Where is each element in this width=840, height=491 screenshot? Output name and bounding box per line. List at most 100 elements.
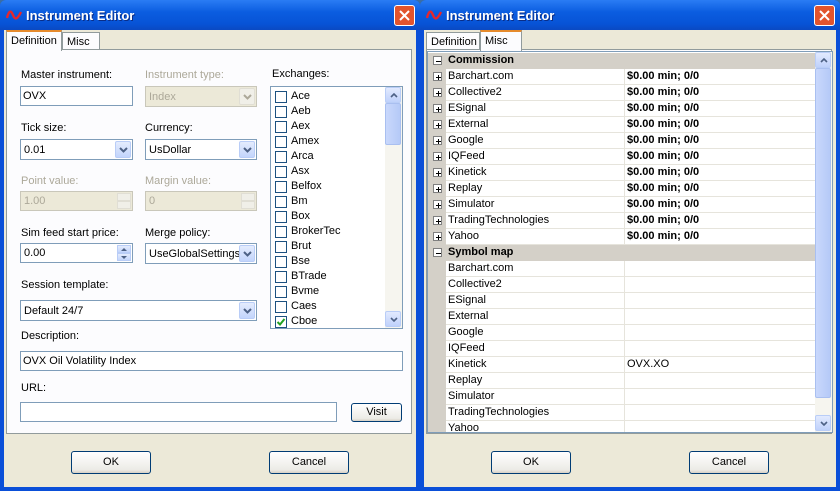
expand-icon[interactable] (433, 168, 442, 177)
checkbox-icon[interactable] (275, 196, 287, 208)
property-row[interactable]: Google (428, 325, 817, 341)
property-value[interactable]: $0.00 min; 0/0 (627, 150, 699, 162)
checkbox-icon[interactable] (275, 166, 287, 178)
property-row[interactable]: Google $0.00 min; 0/0 (428, 133, 817, 149)
exchanges-list[interactable]: Ace Aeb Aex Amex Arca Asx Belfox Bm Box BrokerTec… (270, 86, 403, 329)
property-row[interactable]: IQFeed (428, 341, 817, 357)
chevron-down-icon[interactable] (239, 245, 255, 262)
merge-policy-select[interactable]: UseGlobalSettings (145, 243, 257, 264)
exchanges-scrollbar[interactable] (385, 87, 402, 328)
description-field[interactable]: OVX Oil Volatility Index (20, 351, 403, 371)
property-row[interactable]: Simulator $0.00 min; 0/0 (428, 197, 817, 213)
ok-button[interactable]: OK (491, 451, 571, 474)
property-row[interactable]: Collective2 $0.00 min; 0/0 (428, 85, 817, 101)
checkbox-icon[interactable] (275, 241, 287, 253)
exchange-item[interactable]: BrokerTec (273, 224, 383, 239)
property-value[interactable]: OVX.XO (627, 358, 669, 370)
ok-button[interactable]: OK (71, 451, 151, 474)
exchange-item[interactable]: Aex (273, 119, 383, 134)
exchange-item[interactable]: Amex (273, 134, 383, 149)
chevron-down-icon[interactable] (239, 302, 255, 319)
expand-icon[interactable] (433, 72, 442, 81)
scroll-down-icon[interactable] (385, 311, 401, 327)
property-row[interactable]: Simulator (428, 389, 817, 405)
exchange-item[interactable]: Box (273, 209, 383, 224)
cancel-button[interactable]: Cancel (269, 451, 349, 474)
tab-definition[interactable]: Definition (6, 30, 62, 51)
exchange-item[interactable]: Belfox (273, 179, 383, 194)
close-button[interactable] (394, 5, 415, 26)
checkbox-icon[interactable] (275, 151, 287, 163)
property-row[interactable]: Kinetick OVX.XO (428, 357, 817, 373)
exchange-item[interactable]: Brut (273, 239, 383, 254)
tick-size-select[interactable]: 0.01 (20, 139, 133, 160)
checkbox-icon[interactable] (275, 106, 287, 118)
expand-icon[interactable] (433, 88, 442, 97)
property-row[interactable]: Replay $0.00 min; 0/0 (428, 181, 817, 197)
exchange-item[interactable]: Bvme (273, 284, 383, 299)
exchange-item[interactable]: BTrade (273, 269, 383, 284)
master-instrument-field[interactable]: OVX (20, 86, 133, 106)
expand-icon[interactable] (433, 216, 442, 225)
expand-icon[interactable] (433, 184, 442, 193)
expand-icon[interactable] (433, 104, 442, 113)
chevron-down-icon[interactable] (115, 141, 131, 158)
sim-feed-start-price-field[interactable]: 0.00 (20, 243, 133, 263)
exchange-item[interactable]: Arca (273, 149, 383, 164)
expand-icon[interactable] (433, 200, 442, 209)
checkbox-icon[interactable] (275, 286, 287, 298)
spinner-icon[interactable] (117, 245, 131, 261)
exchange-item[interactable]: Caes (273, 299, 383, 314)
property-value[interactable]: $0.00 min; 0/0 (627, 86, 699, 98)
session-template-select[interactable]: Default 24/7 (20, 300, 257, 321)
chevron-down-icon[interactable] (239, 141, 255, 158)
scroll-down-icon[interactable] (815, 415, 831, 431)
property-row[interactable]: Yahoo $0.00 min; 0/0 (428, 229, 817, 245)
collapse-icon[interactable] (433, 56, 442, 65)
property-row[interactable]: External $0.00 min; 0/0 (428, 117, 817, 133)
checkbox-icon[interactable] (275, 91, 287, 103)
url-field[interactable] (20, 402, 337, 422)
checkbox-icon[interactable] (275, 256, 287, 268)
checkbox-icon[interactable] (275, 136, 287, 148)
scroll-up-icon[interactable] (385, 87, 401, 103)
property-value[interactable]: $0.00 min; 0/0 (627, 182, 699, 194)
property-value[interactable]: $0.00 min; 0/0 (627, 118, 699, 130)
exchange-item[interactable]: Asx (273, 164, 383, 179)
property-value[interactable]: $0.00 min; 0/0 (627, 198, 699, 210)
property-row[interactable]: Barchart.com (428, 261, 817, 277)
visit-button[interactable]: Visit (351, 403, 402, 422)
currency-select[interactable]: UsDollar (145, 139, 257, 160)
exchange-item[interactable]: Cboe (273, 314, 383, 328)
property-row[interactable]: Barchart.com $0.00 min; 0/0 (428, 69, 817, 85)
tab-misc[interactable]: Misc (480, 30, 522, 51)
cancel-button[interactable]: Cancel (689, 451, 769, 474)
property-row[interactable]: TradingTechnologies (428, 405, 817, 421)
scroll-up-icon[interactable] (815, 52, 831, 68)
property-value[interactable]: $0.00 min; 0/0 (627, 70, 699, 82)
close-button[interactable] (814, 5, 835, 26)
property-value[interactable]: $0.00 min; 0/0 (627, 134, 699, 146)
property-row[interactable]: ESignal $0.00 min; 0/0 (428, 101, 817, 117)
title-bar[interactable]: Instrument Editor (420, 0, 840, 30)
category-row[interactable]: Commission (428, 53, 817, 69)
exchange-item[interactable]: Aeb (273, 104, 383, 119)
exchange-item[interactable]: Bm (273, 194, 383, 209)
scroll-thumb[interactable] (385, 103, 401, 145)
checkbox-icon[interactable] (275, 181, 287, 193)
checkbox-icon[interactable] (275, 211, 287, 223)
property-row[interactable]: Kinetick $0.00 min; 0/0 (428, 165, 817, 181)
checkbox-icon[interactable] (275, 226, 287, 238)
collapse-icon[interactable] (433, 248, 442, 257)
exchange-item[interactable]: Bse (273, 254, 383, 269)
expand-icon[interactable] (433, 136, 442, 145)
checkbox-icon[interactable] (275, 301, 287, 313)
property-grid[interactable]: Commission Barchart.com $0.00 min; 0/0 Coll… (427, 51, 833, 433)
property-row[interactable]: ESignal (428, 293, 817, 309)
property-row[interactable]: Replay (428, 373, 817, 389)
property-value[interactable]: $0.00 min; 0/0 (627, 230, 699, 242)
checkbox-icon[interactable] (275, 121, 287, 133)
expand-icon[interactable] (433, 152, 442, 161)
property-row[interactable]: TradingTechnologies $0.00 min; 0/0 (428, 213, 817, 229)
checkbox-checked-icon[interactable] (275, 316, 287, 328)
